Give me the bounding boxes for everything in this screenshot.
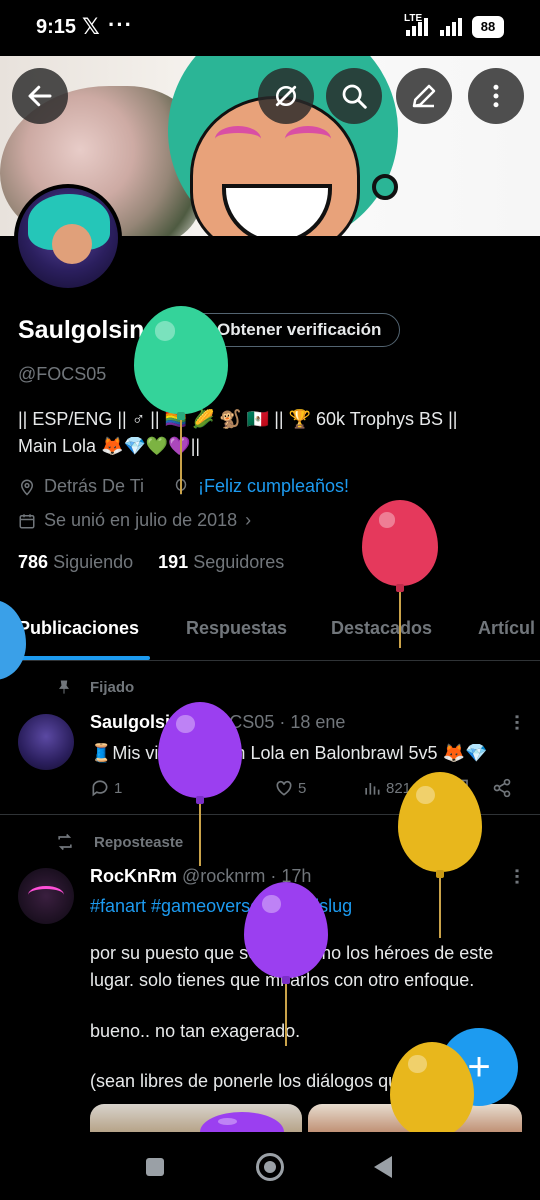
followers-count: 191 [158,552,189,572]
location-icon [20,479,34,496]
tab-respuestas[interactable]: Respuestas [186,618,287,639]
tabs-divider [0,660,540,661]
profile-bio: || ESP/ENG || ♂ || 🏳️‍🌈 🌽 🐒 🇲🇽 || 🏆 60k … [18,406,518,460]
system-back-button[interactable] [374,1156,392,1178]
location-text: Detrás De Ti [44,476,145,496]
search-icon [342,84,367,109]
notification-more-icon: ··· [108,12,133,37]
bio-line-1: || ESP/ENG || ♂ || 🏳️‍🌈 🌽 🐒 🇲🇽 || 🏆 60k … [18,409,458,429]
repost-avatar[interactable] [18,868,74,924]
banner-earring [372,174,398,200]
edit-profile-button[interactable] [396,68,452,124]
views-icon [365,783,380,795]
x-logo-icon: 𝕏 [82,14,100,39]
share-button[interactable] [492,778,512,798]
profile-avatar[interactable] [14,184,122,292]
get-verified-label: Obtener verificación [217,320,382,339]
tab-publicaciones[interactable]: Publicaciones [18,618,139,639]
tab-destacados[interactable]: Destacados [331,618,432,639]
back-button[interactable] [12,68,68,124]
pinned-context: Fijado [56,678,134,696]
following-count: 786 [18,552,49,572]
pin-icon [59,680,69,694]
post-avatar[interactable] [18,714,74,770]
repost-context-label: Reposteaste [94,833,184,851]
bio-line-2: Main Lola 🦊💎💚💜|| [18,436,201,456]
pinned-label: Fijado [90,678,135,696]
joined-text: Se unió en julio de 2018 [44,510,238,530]
like-count: 5 [298,779,307,797]
signal-icon [406,18,432,36]
grok-icon [275,85,297,107]
banner-mouth [222,184,332,236]
status-bar: 9:15 𝕏 ··· LTE 88 [0,0,540,56]
post-time: · 18 ene [279,712,346,732]
heart-icon [276,780,292,796]
banner-eye-left [215,126,261,152]
birthday-link[interactable]: ¡Feliz cumpleaños! [198,476,349,497]
repost-context: Reposteaste [54,832,183,852]
share-icon [493,778,511,798]
repost-avatar-mark [28,886,64,904]
joined-row[interactable]: Se unió en julio de 2018 › [18,510,251,531]
reply-count: 1 [114,779,123,797]
status-time: 9:15 [36,16,77,38]
location-row: Detrás De Ti [18,476,144,497]
post-text: 🧵Mis victorias con Lola en Balonbrawl 5v… [90,743,488,763]
reply-icon [92,780,108,797]
signal-icon-2 [440,18,466,36]
search-button[interactable] [326,68,382,124]
arrow-left-icon [28,85,52,107]
chevron-right-icon: › [245,510,252,530]
calendar-icon [19,513,35,528]
repost-more-icon[interactable]: ··· [504,868,527,885]
tab-articulos[interactable]: Artícul [478,618,535,639]
battery-icon: 88 [472,16,504,38]
edit-icon [412,84,436,108]
repost-author-handle: @rocknrm [182,866,266,886]
profile-handle: @FOCS05 [18,364,107,384]
following-label: Siguiendo [53,552,134,572]
repost-context-icon [58,833,72,851]
reply-button[interactable]: 1 [90,778,122,798]
repost-author-name[interactable]: RocKnRm [90,866,177,886]
follow-stats: 786 Siguiendo 191 Seguidores [18,552,284,573]
grok-button[interactable] [258,68,314,124]
banner-eye-right [285,126,331,152]
profile-name: Saulgolsin [18,316,145,344]
profile-tabs: Publicaciones Respuestas Destacados Artí… [0,608,540,660]
like-button[interactable]: 5 [274,778,306,798]
more-vertical-icon [493,84,499,108]
system-nav-bar [0,1132,540,1200]
birthday-row: ¡Feliz cumpleaños! [172,476,349,497]
recents-button[interactable] [146,1158,164,1176]
home-button[interactable] [256,1153,284,1181]
more-options-button[interactable] [468,68,524,124]
following-link[interactable]: 786 Siguiendo [18,552,133,572]
views-button[interactable]: 821 [362,778,411,798]
followers-link[interactable]: 191 Seguidores [158,552,284,572]
followers-label: Seguidores [193,552,285,572]
post-more-icon[interactable]: ··· [504,714,527,731]
